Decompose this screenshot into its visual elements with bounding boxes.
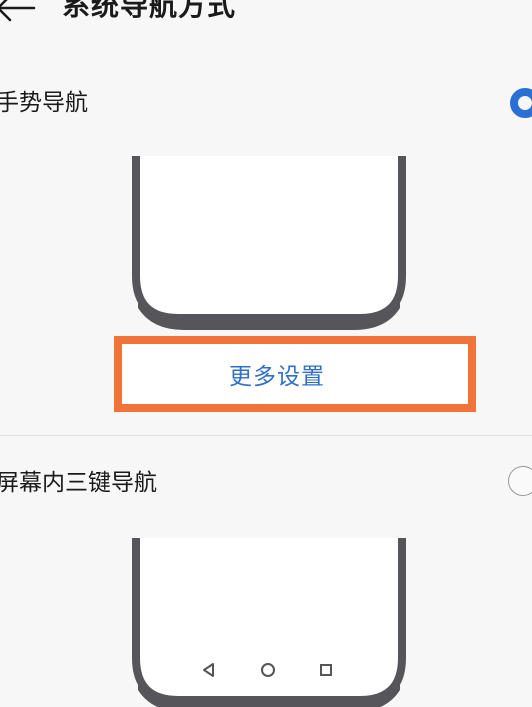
more-settings-highlight: 更多设置 [114,336,476,412]
system-navigation-page: 系统导航方式 手势导航 更多设置 屏幕内三键导航 [0,0,532,707]
more-settings-link[interactable]: 更多设置 [122,344,468,404]
gesture-phone-illustration [132,156,406,330]
option-label-gesture: 手势导航 [0,90,88,116]
divider [0,435,532,436]
three-key-phone-illustration [132,538,406,707]
page-title: 系统导航方式 [62,0,237,22]
option-label-three-key: 屏幕内三键导航 [0,470,157,496]
back-arrow-icon[interactable] [0,0,38,30]
radio-gesture-selected[interactable] [510,88,532,118]
option-gesture-navigation[interactable]: 手势导航 [0,78,532,128]
header: 系统导航方式 [0,0,532,40]
option-three-key-navigation[interactable]: 屏幕内三键导航 [0,458,532,508]
radio-three-key[interactable] [508,466,532,496]
